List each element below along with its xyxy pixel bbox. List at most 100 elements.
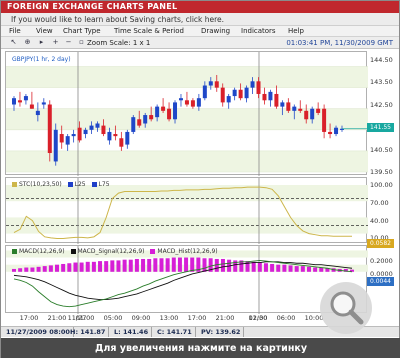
status-pivot: PV: 139.62 [198, 327, 245, 337]
macd-hist-bar [42, 266, 47, 272]
menu-file[interactable]: File [9, 26, 21, 37]
macd-hist-bar [30, 267, 35, 272]
pan-icon[interactable]: ▸ [37, 38, 46, 47]
candle-body [161, 106, 166, 111]
macd-hist-bar [147, 258, 152, 272]
menu-chart-type[interactable]: Chart Type [63, 26, 101, 37]
price-panel[interactable]: GBPJPY(1 hr, 2 day) [5, 51, 368, 176]
candle-body [65, 136, 70, 145]
macd-hist-bar [104, 261, 109, 272]
menu-view[interactable]: View [36, 26, 53, 37]
pointer-icon[interactable]: ↖ [9, 38, 18, 47]
macd-hist-bar [294, 266, 299, 272]
macd-hist-bar [48, 265, 53, 272]
candle-body [107, 131, 112, 141]
macd-hist-bar [85, 261, 90, 272]
candle-body [35, 110, 40, 116]
macd-panel[interactable]: MACD(12,26,9) MACD_Signal(12,26,9) MACD_… [5, 245, 368, 314]
macd-hist-bar [313, 267, 318, 272]
macd-hist-bar [257, 262, 262, 272]
macd-hist-bar [159, 258, 164, 272]
status-close: C: 141.71 [154, 327, 196, 337]
candle-body [322, 108, 327, 132]
macd-hist-bar [306, 266, 311, 272]
price-tick: 139.50 [370, 168, 393, 176]
macd-hist-bar [24, 267, 29, 272]
candle-body [113, 134, 118, 137]
time-axis: 17:00 21:00 01:00 05:00 09:00 13:00 17:0… [5, 314, 367, 326]
time-tick: 06:00 [276, 314, 296, 322]
stc-panel[interactable]: STC(10,23,50) L25 L75 [5, 177, 368, 244]
last-price-tag: 141.55 [367, 123, 394, 132]
price-tick: 143.50 [370, 78, 393, 86]
macd-hist-bar [67, 263, 72, 272]
candle-body [190, 100, 195, 107]
stc-legend-item: STC(10,23,50) [19, 181, 62, 188]
candle-body [256, 81, 261, 94]
macd-hist-bar [184, 257, 189, 272]
candle-body [310, 108, 315, 120]
macd-legend-item: MACD_Signal(12,26,9) [77, 248, 145, 255]
candle-body [244, 87, 249, 99]
stc-tick: 100.00 [370, 181, 393, 189]
candle-body [89, 125, 94, 130]
macd-hist-bar [177, 257, 182, 272]
macd-hist-bar [61, 263, 66, 272]
candle-body [178, 98, 183, 101]
zoom-in-icon[interactable]: + [51, 38, 60, 47]
macd-hist-bar [153, 258, 158, 272]
macd-legend: MACD(12,26,9) MACD_Signal(12,26,9) MACD_… [8, 248, 218, 255]
candle-body [167, 108, 172, 120]
price-tick: 142.50 [370, 101, 393, 109]
candle-body [47, 104, 52, 154]
macd-hist-bar [270, 263, 275, 272]
menu-indicators[interactable]: Indicators [241, 26, 276, 37]
zoom-out-icon[interactable]: − [64, 38, 73, 47]
candle-body [83, 129, 88, 135]
menu-bar: File View Chart Type Time Scale & Period… [1, 26, 399, 37]
macd-hist-bar [202, 258, 207, 272]
saving-charts-link[interactable]: If you would like to learn about Saving … [1, 13, 399, 26]
macd-hist-bar [36, 266, 41, 272]
candle-body [280, 102, 285, 107]
macd-hist-bar [128, 259, 133, 272]
time-tick: 09:00 [131, 314, 151, 322]
stc-tick: 40.00 [370, 217, 389, 225]
time-tick: 21:00 [215, 314, 235, 322]
macd-hist-bar [18, 268, 23, 272]
crosshair-icon[interactable]: ⊕ [23, 38, 32, 47]
stc-tick: 70.00 [370, 199, 389, 207]
candle-body [184, 100, 189, 105]
magnifier-icon[interactable] [319, 281, 373, 335]
candle-body [23, 96, 28, 101]
candle-body [173, 102, 178, 120]
zoom-fit-icon[interactable]: ▫ [77, 38, 86, 47]
toolbar: ↖ ⊕ ▸ + − ▫ Zoom Scale: 1 x 1 01:03:41 P… [1, 37, 399, 49]
macd-hist-bar [12, 268, 16, 272]
menu-time-scale[interactable]: Time Scale & Period [114, 26, 184, 37]
macd-hist-bar [110, 260, 115, 272]
candle-body [238, 89, 243, 99]
macd-hist-bar [116, 260, 121, 272]
candle-body [71, 134, 76, 137]
macd-legend-item: MACD(12,26,9) [19, 248, 65, 255]
zoom-caption[interactable]: Для увеличения нажмите на картинку [1, 338, 400, 358]
macd-hist-bar [251, 261, 256, 272]
candle-body [137, 119, 142, 126]
macd-hist-bar [276, 264, 281, 272]
candle-body [226, 96, 231, 103]
macd-hist-bar [79, 262, 84, 272]
menu-help[interactable]: Help [288, 26, 304, 37]
candle-body [77, 127, 82, 141]
macd-hist-bar [91, 261, 96, 272]
candle-body [286, 102, 291, 111]
macd-hist-bar [98, 261, 103, 272]
macd-legend-item: MACD_Hist(12,26,9) [157, 248, 218, 255]
stc-legend-item: L25 [74, 181, 86, 188]
date-tick: 11/27 [67, 314, 87, 322]
candle-body [298, 108, 303, 111]
menu-drawing[interactable]: Drawing [201, 26, 230, 37]
macd-tick: 0.2000 [370, 257, 393, 265]
candle-body [196, 98, 201, 107]
time-tick: 21:00 [47, 314, 67, 322]
